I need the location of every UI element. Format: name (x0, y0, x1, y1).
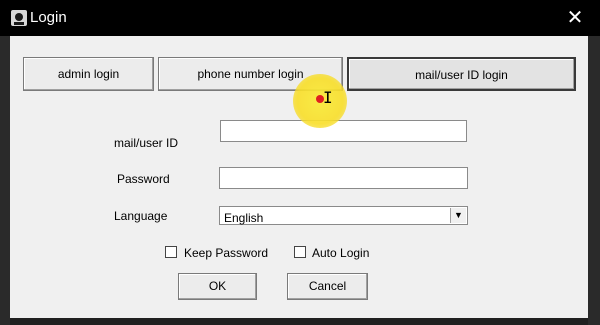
cancel-button[interactable]: Cancel (287, 273, 368, 300)
login-dialog: admin login phone number login mail/user… (10, 36, 588, 318)
ok-button[interactable]: OK (178, 273, 257, 300)
user-id-input[interactable] (220, 120, 467, 142)
close-icon: ✕ (566, 7, 584, 29)
background-strip-left (0, 36, 10, 325)
language-selected-value: English (224, 211, 264, 225)
title-bar: Login ✕ (0, 0, 600, 36)
app-icon (11, 10, 27, 26)
language-select[interactable]: English ▼ (219, 206, 468, 225)
text-cursor-icon: I (323, 88, 333, 107)
window-title: Login (30, 9, 67, 26)
close-button[interactable]: ✕ (562, 6, 588, 30)
auto-login-checkbox[interactable] (294, 246, 306, 258)
language-label: Language (114, 209, 168, 223)
auto-login-label: Auto Login (312, 246, 370, 260)
password-input[interactable] (219, 167, 468, 189)
tab-admin-login[interactable]: admin login (23, 57, 154, 91)
keep-password-label: Keep Password (184, 246, 269, 260)
tab-mail-user-id-login[interactable]: mail/user ID login (347, 57, 576, 91)
password-label: Password (117, 172, 170, 186)
keep-password-checkbox[interactable] (165, 246, 177, 258)
background-strip-right (588, 36, 600, 325)
chevron-down-icon[interactable]: ▼ (450, 208, 466, 223)
user-id-label: mail/user ID (114, 136, 179, 150)
